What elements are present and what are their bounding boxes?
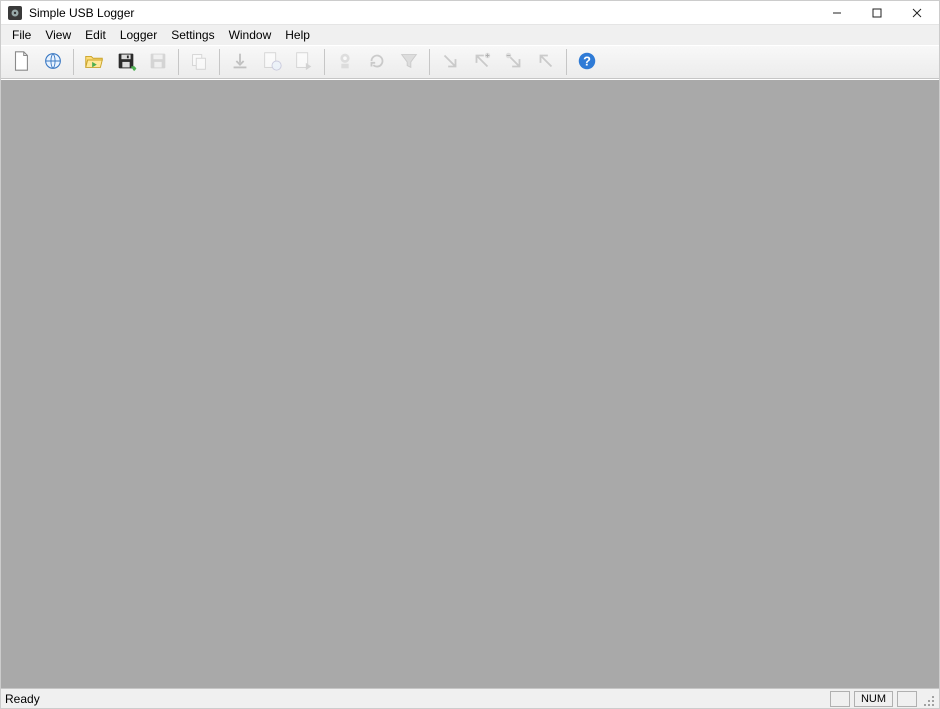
- status-pane-2: [897, 691, 917, 707]
- download-icon: [229, 50, 251, 75]
- copy-icon: [188, 50, 210, 75]
- save-button[interactable]: [111, 47, 141, 77]
- separator: [324, 49, 325, 75]
- menu-logger[interactable]: Logger: [113, 27, 164, 43]
- page-globe-icon: [261, 50, 283, 75]
- separator: [566, 49, 567, 75]
- menu-settings[interactable]: Settings: [164, 27, 221, 43]
- arrow-down-right-icon: [439, 50, 461, 75]
- arrow-down-minus-icon: [503, 50, 525, 75]
- floppy-disabled-icon: [147, 50, 169, 75]
- nav-down-minus-button[interactable]: [499, 47, 529, 77]
- gear-device-icon: [334, 50, 356, 75]
- filter-button[interactable]: [394, 47, 424, 77]
- export-icon: [293, 50, 315, 75]
- copy-button[interactable]: [184, 47, 214, 77]
- separator: [219, 49, 220, 75]
- folder-open-icon: [83, 50, 105, 75]
- globe-button[interactable]: [38, 47, 68, 77]
- save-as-button[interactable]: [143, 47, 173, 77]
- upload-button[interactable]: [257, 47, 287, 77]
- menu-edit[interactable]: Edit: [78, 27, 113, 43]
- open-button[interactable]: [79, 47, 109, 77]
- menu-view[interactable]: View: [38, 27, 78, 43]
- separator: [429, 49, 430, 75]
- globe-icon: [42, 50, 64, 75]
- statusbar: Ready NUM: [1, 688, 939, 708]
- status-pane-1: [830, 691, 850, 707]
- window-title: Simple USB Logger: [29, 6, 817, 20]
- separator: [73, 49, 74, 75]
- funnel-icon: [398, 50, 420, 75]
- titlebar: Simple USB Logger: [1, 1, 939, 25]
- separator: [178, 49, 179, 75]
- refresh-button[interactable]: [362, 47, 392, 77]
- status-pane-num: NUM: [854, 691, 893, 707]
- device-settings-button[interactable]: [330, 47, 360, 77]
- nav-up-plus-button[interactable]: [467, 47, 497, 77]
- floppy-icon: [115, 50, 137, 75]
- menubar: File View Edit Logger Settings Window He…: [1, 25, 939, 45]
- document-icon: [10, 50, 32, 75]
- nav-down-button[interactable]: [435, 47, 465, 77]
- download-button[interactable]: [225, 47, 255, 77]
- app-icon: [7, 5, 23, 21]
- menu-file[interactable]: File: [5, 27, 38, 43]
- menu-help[interactable]: Help: [278, 27, 317, 43]
- help-icon: ?: [576, 50, 598, 75]
- arrow-up-left-icon: [535, 50, 557, 75]
- nav-up-button[interactable]: [531, 47, 561, 77]
- new-button[interactable]: [6, 47, 36, 77]
- client-area: [1, 79, 939, 688]
- resize-gripper[interactable]: [919, 691, 935, 707]
- menu-window[interactable]: Window: [222, 27, 279, 43]
- close-button[interactable]: [897, 1, 937, 25]
- status-ready: Ready: [5, 692, 826, 706]
- refresh-icon: [366, 50, 388, 75]
- toolbar: ?: [1, 45, 939, 79]
- export-button[interactable]: [289, 47, 319, 77]
- arrow-up-plus-icon: [471, 50, 493, 75]
- svg-text:?: ?: [583, 53, 591, 68]
- help-button[interactable]: ?: [572, 47, 602, 77]
- minimize-button[interactable]: [817, 1, 857, 25]
- maximize-button[interactable]: [857, 1, 897, 25]
